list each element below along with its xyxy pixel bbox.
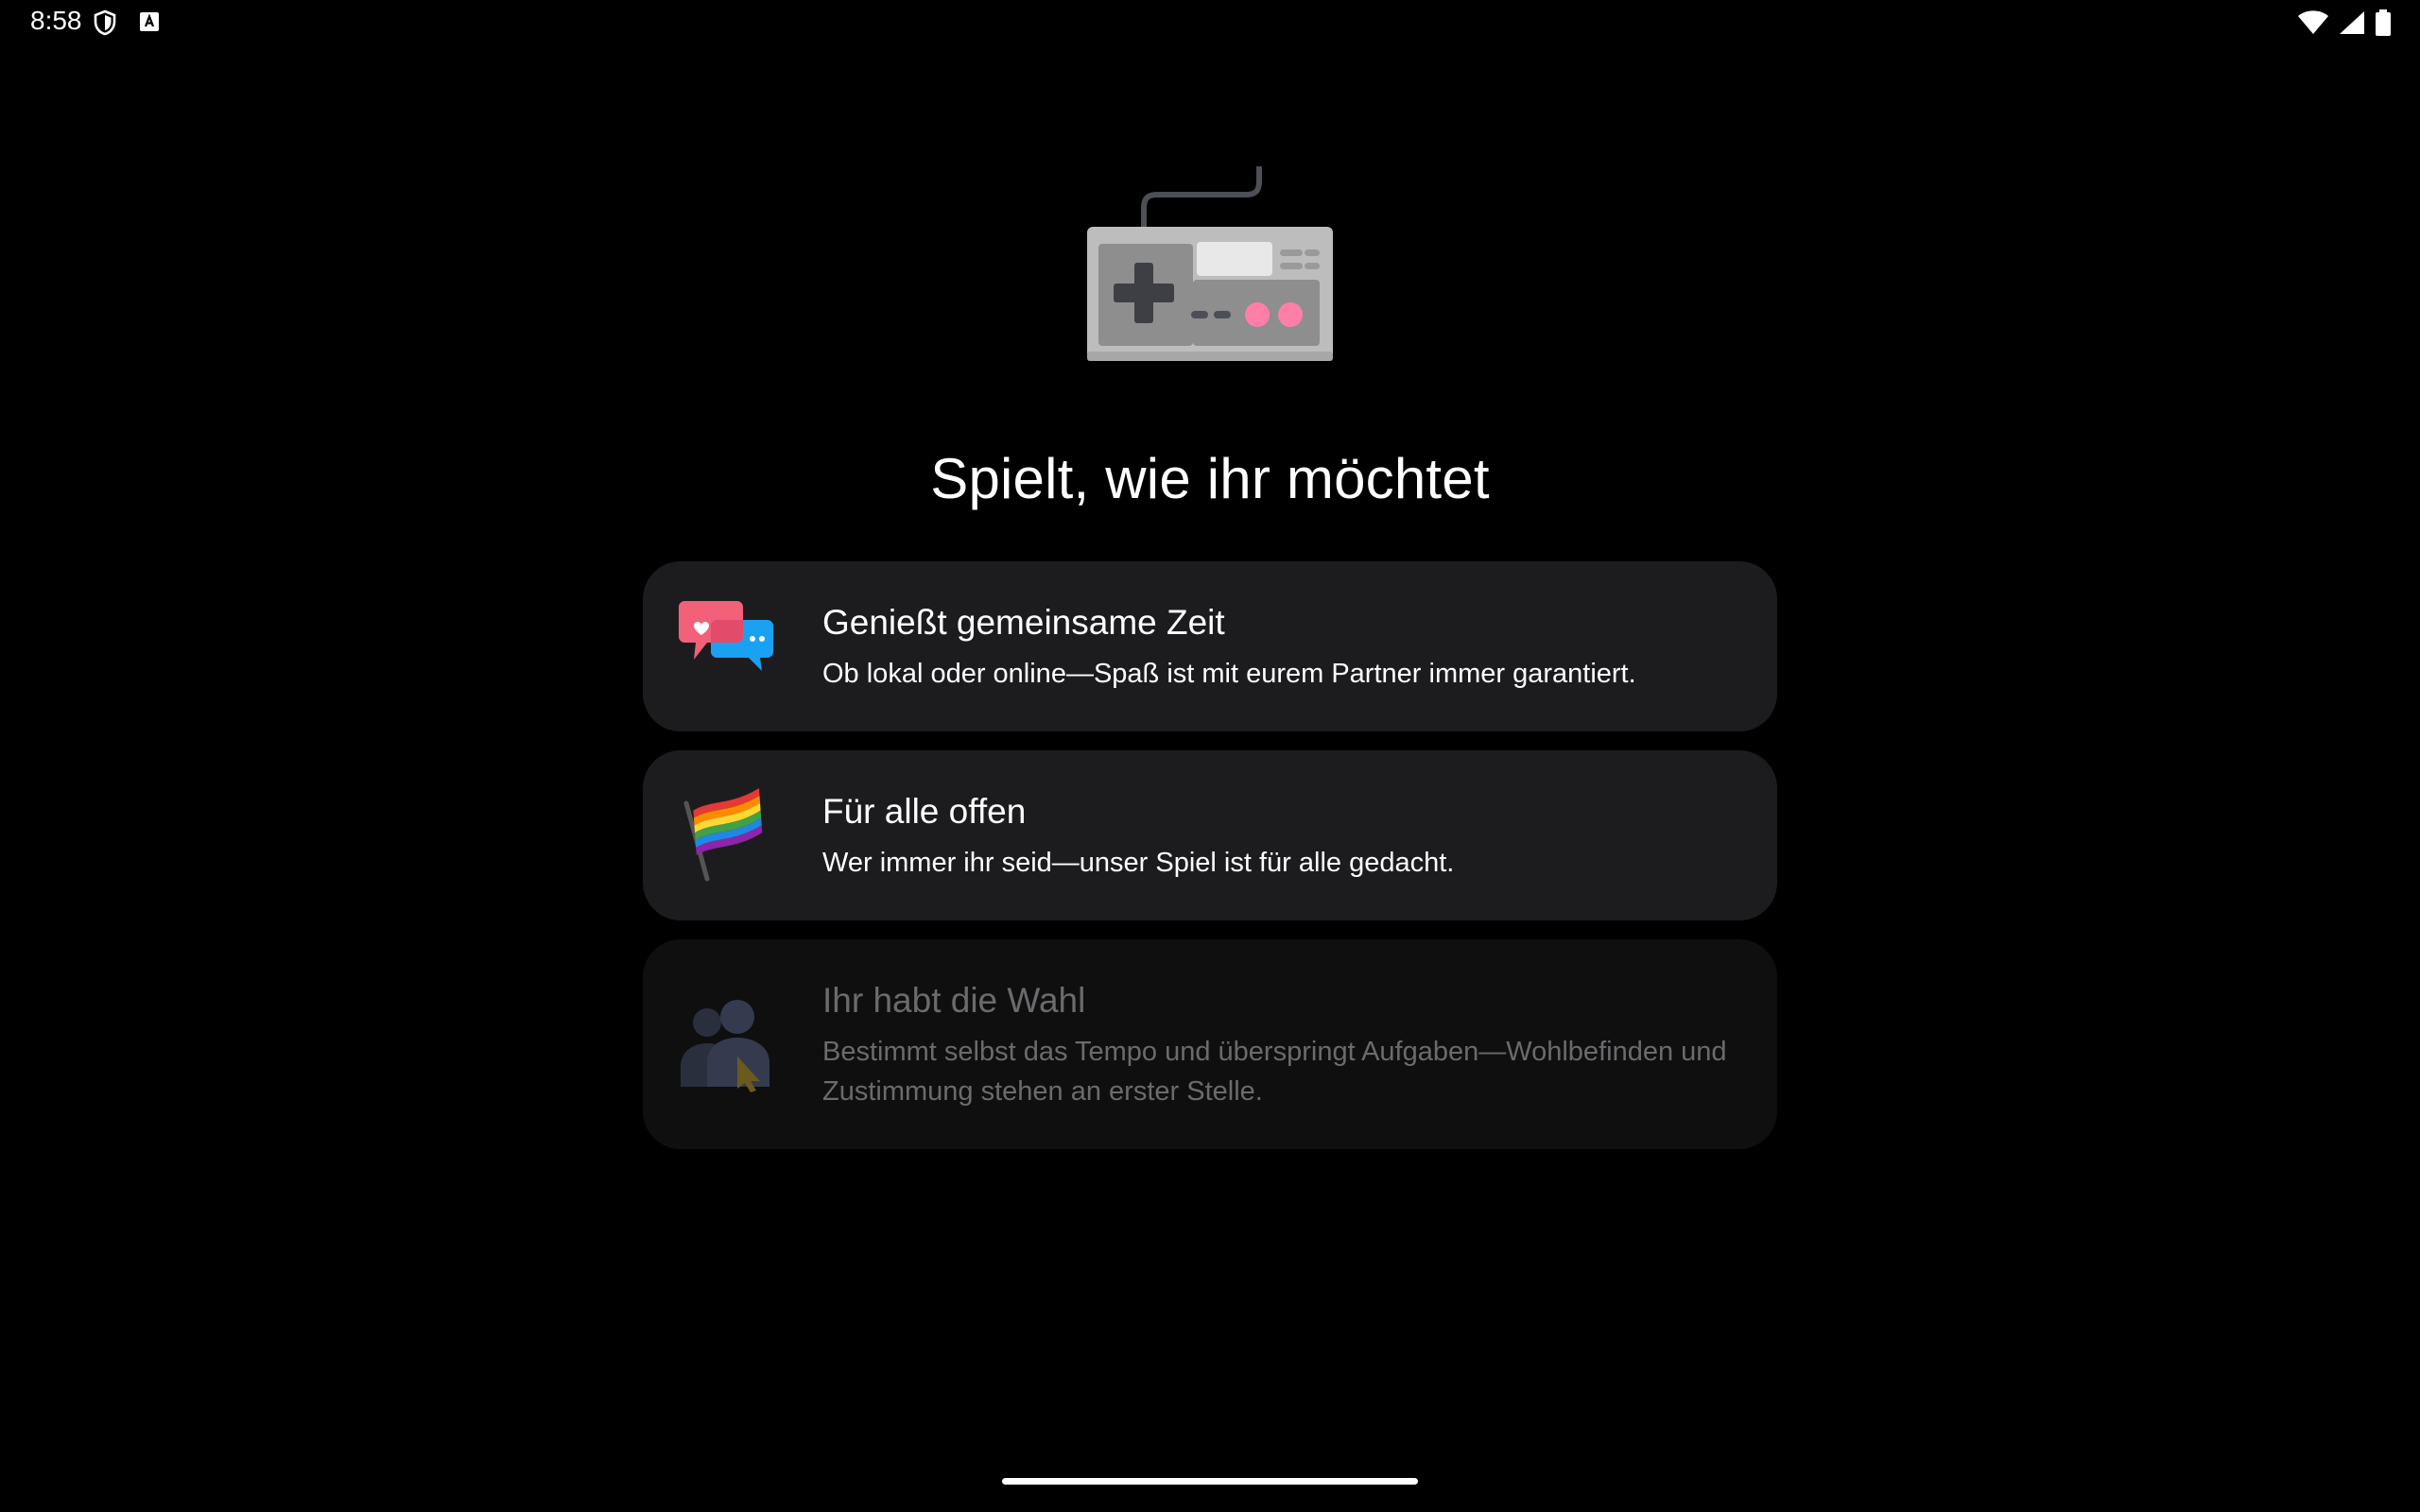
rainbow-flag-icon bbox=[683, 787, 763, 882]
battery-icon bbox=[2376, 9, 2391, 36]
card-description: Ob lokal oder online—Spaß ist mit eurem … bbox=[822, 659, 1636, 689]
feature-card-inclusive: Für alle offen Wer immer ihr seid—unser … bbox=[643, 750, 1777, 920]
a-notification-icon bbox=[140, 12, 159, 31]
shield-icon bbox=[94, 9, 116, 36]
feature-card-together: Genießt gemeinsame Zeit Ob lokal oder on… bbox=[643, 561, 1777, 731]
wifi-icon bbox=[2298, 10, 2328, 34]
gamepad-icon bbox=[1087, 166, 1333, 361]
card-title: Ihr habt die Wahl bbox=[822, 981, 1086, 1020]
home-indicator[interactable] bbox=[1002, 1478, 1418, 1485]
card-title: Für alle offen bbox=[822, 792, 1027, 831]
card-description: Bestimmt selbst das Tempo und überspring… bbox=[822, 1037, 1727, 1107]
status-icons bbox=[2297, 9, 2392, 36]
card-description: Wer immer ihr seid—unser Spiel ist für a… bbox=[822, 848, 1455, 878]
status-bar: 8:58 bbox=[0, 0, 2420, 45]
people-choice-icon bbox=[681, 1000, 769, 1092]
feature-card-choice: Ihr habt die Wahl Bestimmt selbst das Te… bbox=[643, 939, 1777, 1149]
card-title: Genießt gemeinsame Zeit bbox=[822, 603, 1225, 642]
status-time: 8:58 bbox=[30, 6, 82, 35]
page-title: Spielt, wie ihr möchtet bbox=[930, 447, 1490, 510]
chat-bubbles-icon bbox=[679, 601, 773, 671]
signal-icon bbox=[2340, 11, 2364, 34]
screen: 8:58 Spielt, wie ihr möchtet Genießt gem… bbox=[0, 0, 2420, 1512]
